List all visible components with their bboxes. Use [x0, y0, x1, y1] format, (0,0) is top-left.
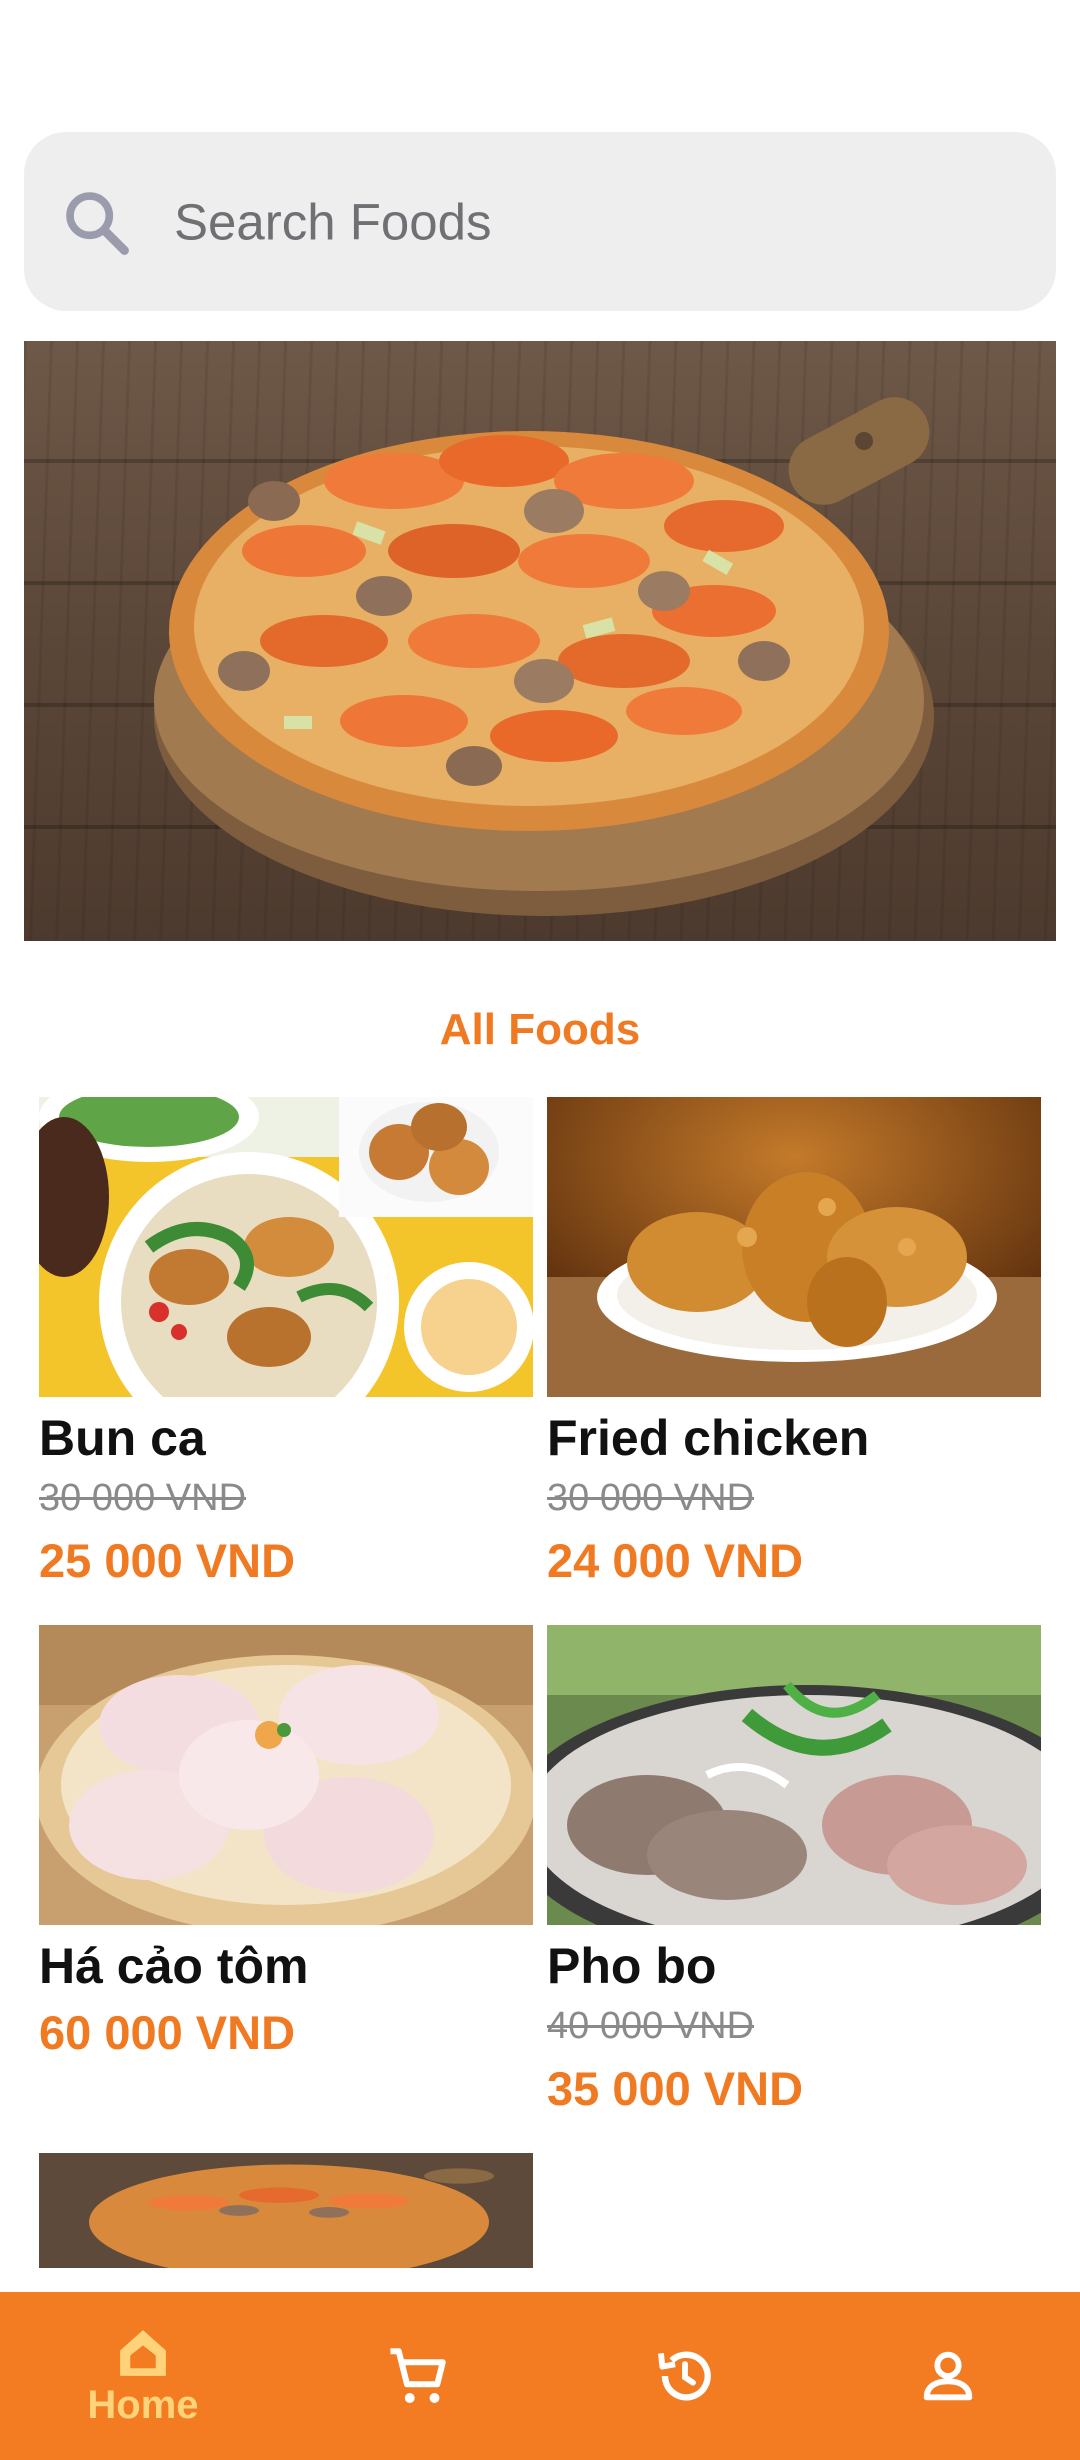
food-old-price: 30 000 VND — [39, 1477, 247, 1519]
food-image — [39, 1097, 533, 1397]
food-card-pho-bo[interactable]: Pho bo 40 000 VND 35 000 VND — [547, 1625, 1041, 2125]
food-old-price: 30 000 VND — [547, 1477, 755, 1519]
food-name: Fried chicken — [547, 1410, 870, 1466]
search-bar[interactable] — [24, 132, 1056, 311]
nav-item-history[interactable] — [585, 2292, 785, 2460]
profile-icon — [923, 2351, 973, 2401]
food-card-fried-chicken[interactable]: Fried chicken 30 000 VND 24 000 VND — [547, 1097, 1041, 1597]
home-icon — [120, 2329, 166, 2376]
food-name: Bun ca — [39, 1410, 206, 1466]
food-price: 25 000 VND — [39, 1534, 296, 1587]
food-price: 24 000 VND — [547, 1534, 804, 1587]
nav-item-profile[interactable] — [848, 2292, 1048, 2460]
food-name: Há cảo tôm — [39, 1938, 309, 1994]
food-price: 35 000 VND — [547, 2062, 804, 2115]
food-old-price: 40 000 VND — [547, 2005, 755, 2047]
nav-item-cart[interactable] — [318, 2292, 518, 2460]
food-price: 60 000 VND — [39, 2006, 296, 2059]
cart-icon — [390, 2348, 446, 2403]
search-icon — [66, 191, 129, 255]
nav-item-home[interactable]: Home — [43, 2292, 243, 2460]
food-name: Pho bo — [547, 1938, 717, 1994]
food-card-ha-cao-tom[interactable]: Há cảo tôm 60 000 VND — [39, 1625, 533, 2085]
search-input[interactable] — [174, 192, 1014, 251]
section-title-all-foods: All Foods — [439, 1005, 641, 1054]
food-card-partial[interactable] — [39, 2153, 533, 2268]
food-image — [39, 2153, 533, 2268]
food-card-bun-ca[interactable]: Bun ca 30 000 VND 25 000 VND — [39, 1097, 533, 1597]
food-image — [547, 1097, 1041, 1397]
history-icon — [658, 2351, 711, 2401]
food-image — [547, 1625, 1041, 1925]
bottom-nav: Home — [0, 2292, 1080, 2460]
food-image — [39, 1625, 533, 1925]
hero-banner-image — [24, 341, 1056, 941]
nav-label-home: Home — [87, 2382, 199, 2427]
